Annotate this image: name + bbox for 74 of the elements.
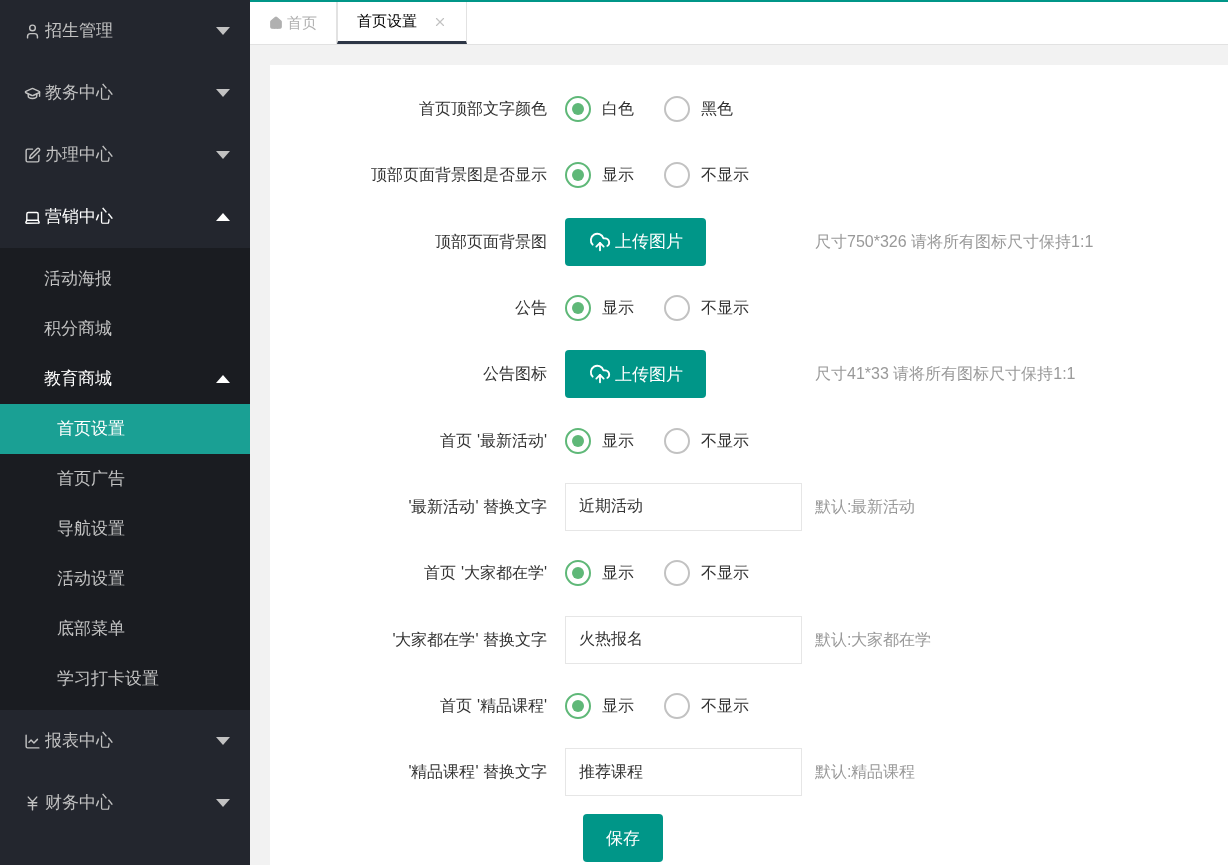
radio-label: 白色 [602, 99, 634, 120]
caret-icon [216, 737, 230, 745]
hint-text: 默认:最新活动 [815, 496, 916, 517]
sidebar-menu-item[interactable]: 办理中心 [0, 124, 250, 186]
submenu-item[interactable]: 底部菜单 [0, 604, 250, 654]
radio-label: 不显示 [701, 430, 749, 451]
caret-icon [216, 213, 230, 221]
radio-button[interactable] [565, 427, 591, 454]
radio-button[interactable] [664, 162, 690, 189]
upload-button[interactable]: 上传图片 [565, 350, 706, 399]
submenu-item[interactable]: 学习打卡设置 [0, 654, 250, 704]
text-input[interactable]: 近期活动 [565, 482, 802, 531]
sidebar-menu-item[interactable]: 招生管理 [0, 0, 250, 62]
home-icon [269, 16, 283, 30]
submenu-item[interactable]: 活动海报 [0, 254, 250, 304]
radio-button[interactable] [664, 427, 690, 454]
radio-button[interactable] [664, 295, 690, 322]
radio-label: 不显示 [701, 695, 749, 716]
radio-label: 显示 [602, 430, 634, 451]
field-label: 首页 '精品课程' [439, 695, 548, 716]
radio-button[interactable] [565, 162, 591, 189]
tab[interactable]: 首页设置 [337, 2, 467, 44]
upload-button[interactable]: 上传图片 [565, 217, 706, 266]
field-label: 公告图标 [482, 364, 548, 385]
text-input[interactable]: 推荐课程 [565, 748, 802, 797]
field-label: 公告 [514, 298, 548, 319]
caret-icon [216, 799, 230, 807]
radio-label: 不显示 [701, 563, 749, 584]
radio-button[interactable] [565, 295, 591, 322]
radio-label: 显示 [602, 298, 634, 319]
sidebar-menu-item[interactable]: 报表中心 [0, 710, 250, 772]
field-label: 顶部页面背景图 [434, 231, 548, 252]
submenu-item[interactable]: 教育商城 [0, 354, 250, 404]
line-chart-icon [24, 732, 41, 750]
caret-icon [216, 89, 230, 97]
caret-icon [216, 151, 230, 159]
radio-button[interactable] [565, 692, 591, 719]
submenu-item[interactable]: 导航设置 [0, 504, 250, 554]
submenu-item[interactable]: 首页广告 [0, 454, 250, 504]
field-label: 首页 '大家都在学' [423, 563, 548, 584]
caret-icon [216, 27, 230, 35]
radio-label: 显示 [602, 695, 634, 716]
edit-icon [24, 146, 41, 164]
radio-button[interactable] [565, 560, 591, 587]
radio-label: 显示 [602, 563, 634, 584]
hint-text: 尺寸41*33 请将所有图标尺寸保持1:1 [815, 364, 1076, 385]
caret-icon [216, 375, 230, 383]
radio-label: 显示 [602, 165, 634, 186]
cloud-upload-icon [588, 363, 611, 386]
radio-button[interactable] [664, 560, 690, 587]
field-label: '精品课程' 替换文字 [407, 762, 548, 783]
radio-label: 不显示 [701, 298, 749, 319]
submenu-item[interactable]: 活动设置 [0, 554, 250, 604]
sidebar-menu-item[interactable]: 教务中心 [0, 62, 250, 124]
field-label: 顶部页面背景图是否显示 [370, 165, 548, 186]
field-label: '大家都在学' 替换文字 [391, 629, 548, 650]
sidebar-menu-item[interactable]: 营销中心 [0, 186, 250, 248]
sidebar-menu-item[interactable]: 财务中心 [0, 772, 250, 834]
hint-text: 尺寸750*326 请将所有图标尺寸保持1:1 [815, 231, 1094, 252]
radio-label: 不显示 [701, 165, 749, 186]
person-icon [24, 22, 41, 40]
text-input[interactable]: 火热报名 [565, 615, 802, 664]
cloud-upload-icon [588, 230, 611, 253]
submenu-item[interactable]: 积分商城 [0, 304, 250, 354]
field-label: 首页顶部文字颜色 [418, 99, 548, 120]
hint-text: 默认:精品课程 [815, 762, 916, 783]
field-label: '最新活动' 替换文字 [407, 496, 548, 517]
save-button[interactable]: 保存 [583, 814, 663, 863]
hint-text: 默认:大家都在学 [815, 629, 932, 650]
radio-button[interactable] [664, 692, 690, 719]
radio-label: 黑色 [701, 99, 733, 120]
radio-button[interactable] [565, 96, 591, 123]
field-label: 首页 '最新活动' [439, 430, 548, 451]
radio-button[interactable] [664, 96, 690, 123]
